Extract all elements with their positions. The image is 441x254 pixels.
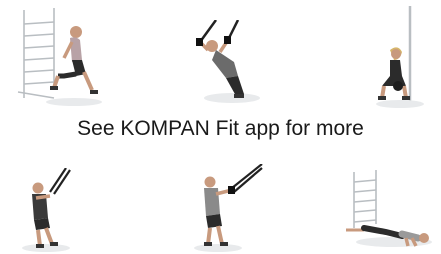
exercise-figure-kettlebell-squat	[376, 6, 424, 108]
athlete-icon	[196, 36, 244, 98]
athlete-icon	[50, 26, 98, 94]
wall-bars-icon	[17, 8, 55, 99]
trx-strap-icon	[231, 164, 263, 193]
kettlebell-icon	[393, 81, 403, 91]
athlete-icon	[378, 47, 410, 100]
exercise-figure-wall-bar-lunge	[17, 8, 102, 106]
wall-bars-icon	[353, 170, 377, 228]
trx-strap-icon	[198, 20, 240, 43]
exercise-figure-trx-row	[196, 20, 260, 103]
trx-strap-icon	[49, 168, 71, 195]
app-promo-caption: See KOMPAN Fit app for more	[77, 117, 364, 140]
exercise-figure-incline-pushup	[346, 170, 432, 247]
exercise-figure-trx-row-standing	[194, 164, 263, 252]
exercise-figure-trx-chest-pull	[22, 168, 71, 252]
athlete-icon	[204, 176, 235, 246]
